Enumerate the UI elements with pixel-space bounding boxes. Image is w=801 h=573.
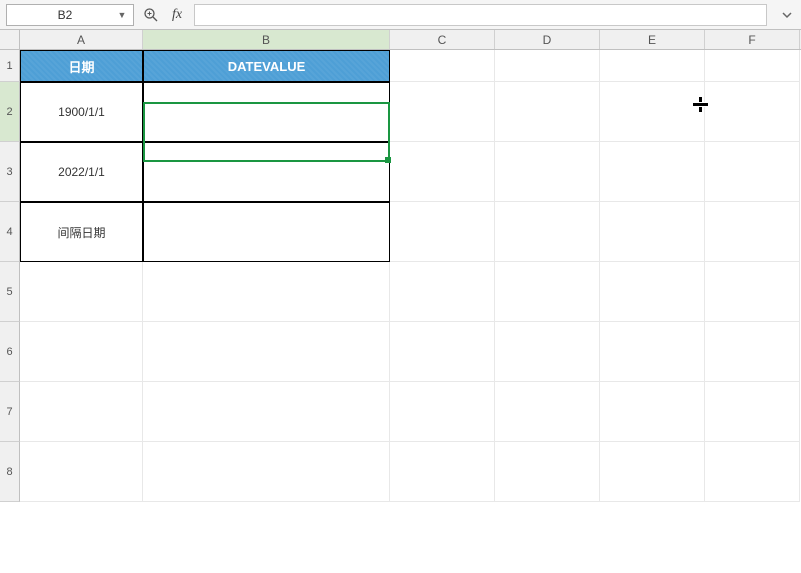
row-5: 5 [0,262,801,322]
fx-icon[interactable]: fx [168,6,186,24]
row-4: 4 间隔日期 [0,202,801,262]
cell-d2[interactable] [495,82,600,142]
cell-c8[interactable] [390,442,495,502]
row-2: 2 1900/1/1 [0,82,801,142]
cell-b3[interactable] [143,142,390,202]
col-header-a[interactable]: A [20,30,143,49]
col-header-c[interactable]: C [390,30,495,49]
cell-e3[interactable] [600,142,705,202]
row-header-5[interactable]: 5 [0,262,20,322]
cell-b5[interactable] [143,262,390,322]
cell-d5[interactable] [495,262,600,322]
cell-e8[interactable] [600,442,705,502]
cell-c4[interactable] [390,202,495,262]
col-header-d[interactable]: D [495,30,600,49]
cell-a4[interactable]: 间隔日期 [20,202,143,262]
cell-c7[interactable] [390,382,495,442]
row-6: 6 [0,322,801,382]
cell-a5[interactable] [20,262,143,322]
cell-f2[interactable] [705,82,800,142]
name-box[interactable]: B2 ▼ [6,4,134,26]
cell-d3[interactable] [495,142,600,202]
row-header-2[interactable]: 2 [0,82,20,142]
cell-a1[interactable]: 日期 [20,50,143,82]
dropdown-icon[interactable]: ▼ [117,10,127,20]
cell-a6[interactable] [20,322,143,382]
col-header-e[interactable]: E [600,30,705,49]
cell-f6[interactable] [705,322,800,382]
col-header-b[interactable]: B [143,30,390,49]
row-1: 1 日期 DATEVALUE [0,50,801,82]
cell-b2[interactable] [143,82,390,142]
row-3: 3 2022/1/1 [0,142,801,202]
cell-b8[interactable] [143,442,390,502]
row-header-4[interactable]: 4 [0,202,20,262]
cell-a3[interactable]: 2022/1/1 [20,142,143,202]
formula-bar-input[interactable] [194,4,767,26]
cell-d6[interactable] [495,322,600,382]
cell-b1[interactable]: DATEVALUE [143,50,390,82]
cell-f4[interactable] [705,202,800,262]
column-headers: A B C D E F [0,30,801,50]
cell-e7[interactable] [600,382,705,442]
cell-c2[interactable] [390,82,495,142]
select-all-corner[interactable] [0,30,20,49]
cell-c3[interactable] [390,142,495,202]
cell-a8[interactable] [20,442,143,502]
cell-a7[interactable] [20,382,143,442]
cell-e4[interactable] [600,202,705,262]
cell-b6[interactable] [143,322,390,382]
cell-d8[interactable] [495,442,600,502]
cell-e6[interactable] [600,322,705,382]
cell-c6[interactable] [390,322,495,382]
cell-c5[interactable] [390,262,495,322]
col-header-f[interactable]: F [705,30,800,49]
cell-d4[interactable] [495,202,600,262]
cell-e1[interactable] [600,50,705,82]
row-7: 7 [0,382,801,442]
cell-b7[interactable] [143,382,390,442]
expand-formula-icon[interactable] [779,7,795,23]
zoom-search-icon[interactable] [142,6,160,24]
cell-c1[interactable] [390,50,495,82]
cell-d7[interactable] [495,382,600,442]
cell-e5[interactable] [600,262,705,322]
cell-f3[interactable] [705,142,800,202]
row-header-1[interactable]: 1 [0,50,20,82]
cell-f7[interactable] [705,382,800,442]
cell-e2[interactable] [600,82,705,142]
row-header-3[interactable]: 3 [0,142,20,202]
cell-d1[interactable] [495,50,600,82]
cell-f8[interactable] [705,442,800,502]
cell-b4[interactable] [143,202,390,262]
row-header-7[interactable]: 7 [0,382,20,442]
row-header-8[interactable]: 8 [0,442,20,502]
row-8: 8 [0,442,801,502]
row-header-6[interactable]: 6 [0,322,20,382]
name-box-text: B2 [13,8,117,22]
formula-toolbar: B2 ▼ fx [0,0,801,30]
spreadsheet-area: A B C D E F 1 日期 DATEVALUE 2 1900/1/1 3 [0,30,801,573]
cell-f5[interactable] [705,262,800,322]
cell-a2[interactable]: 1900/1/1 [20,82,143,142]
cell-f1[interactable] [705,50,800,82]
grid-body: 1 日期 DATEVALUE 2 1900/1/1 3 2022/1/1 [0,50,801,502]
